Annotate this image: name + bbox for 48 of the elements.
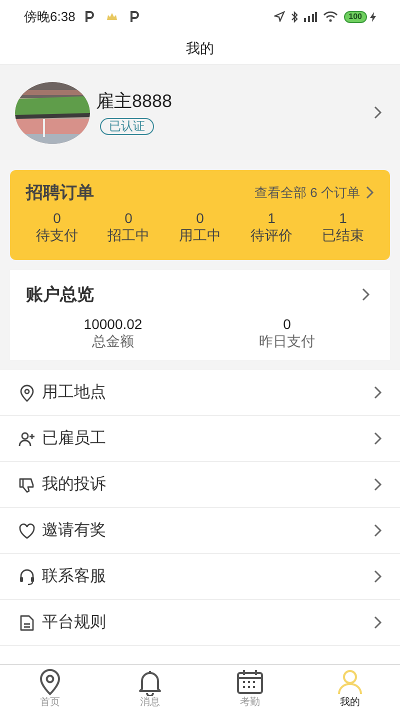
headset-icon	[18, 568, 36, 586]
signal-icon	[302, 11, 317, 22]
thumb-down-icon	[18, 476, 36, 494]
menu-item[interactable]: 用工地点	[0, 370, 400, 416]
heart-icon	[18, 522, 36, 540]
chevron-right-icon	[366, 186, 374, 200]
account-stat: 0 昨日支付	[259, 316, 315, 350]
location-pin-icon	[18, 384, 36, 402]
chevron-right-icon	[374, 478, 382, 491]
wifi-icon	[322, 11, 338, 22]
parking-icon	[85, 11, 94, 22]
card-title: 账户总览	[26, 284, 94, 306]
order-status-item[interactable]: 1 待评价	[240, 210, 302, 244]
charging-icon	[370, 12, 376, 22]
battery-indicator: 100	[344, 10, 367, 22]
menu-item[interactable]: 我的投诉	[0, 462, 400, 508]
chevron-right-icon	[374, 386, 382, 399]
chevron-right-icon	[374, 570, 382, 583]
person-icon	[336, 668, 364, 696]
menu-item[interactable]: 邀请有奖	[0, 508, 400, 554]
verified-badge: 已认证	[100, 118, 154, 135]
order-status-item[interactable]: 0 用工中	[169, 210, 231, 244]
account-stat: 10000.02 总金额	[84, 316, 142, 350]
user-name: 雇主8888	[96, 90, 172, 112]
parking-icon	[130, 11, 140, 22]
tab-bar-item[interactable]: 我的	[300, 665, 400, 711]
chevron-right-icon	[374, 616, 382, 629]
person-add-icon	[18, 430, 36, 448]
menu-item[interactable]: 已雇员工	[0, 416, 400, 462]
chevron-right-icon	[374, 524, 382, 537]
menu-item[interactable]: 联系客服	[0, 554, 400, 600]
calendar-icon	[236, 668, 264, 696]
chevron-right-icon	[362, 288, 370, 302]
status-time: 傍晚6:38	[24, 8, 76, 26]
view-all-orders-link[interactable]: 查看全部 6 个订单	[254, 183, 374, 202]
order-status-item[interactable]: 0 招工中	[98, 210, 160, 244]
order-status-item[interactable]: 1 已结束	[312, 210, 374, 244]
bluetooth-icon	[290, 10, 298, 22]
chevron-right-icon	[374, 106, 382, 119]
bell-icon	[136, 668, 164, 696]
document-icon	[18, 614, 36, 632]
page-title: 我的	[186, 39, 214, 58]
chevron-right-icon	[374, 432, 382, 445]
crown-icon	[106, 12, 118, 22]
order-status-item[interactable]: 0 待支付	[26, 210, 88, 244]
menu-item[interactable]: 平台规则	[0, 600, 400, 646]
card-title: 招聘订单	[26, 182, 94, 204]
location-arrow-icon	[274, 11, 285, 22]
